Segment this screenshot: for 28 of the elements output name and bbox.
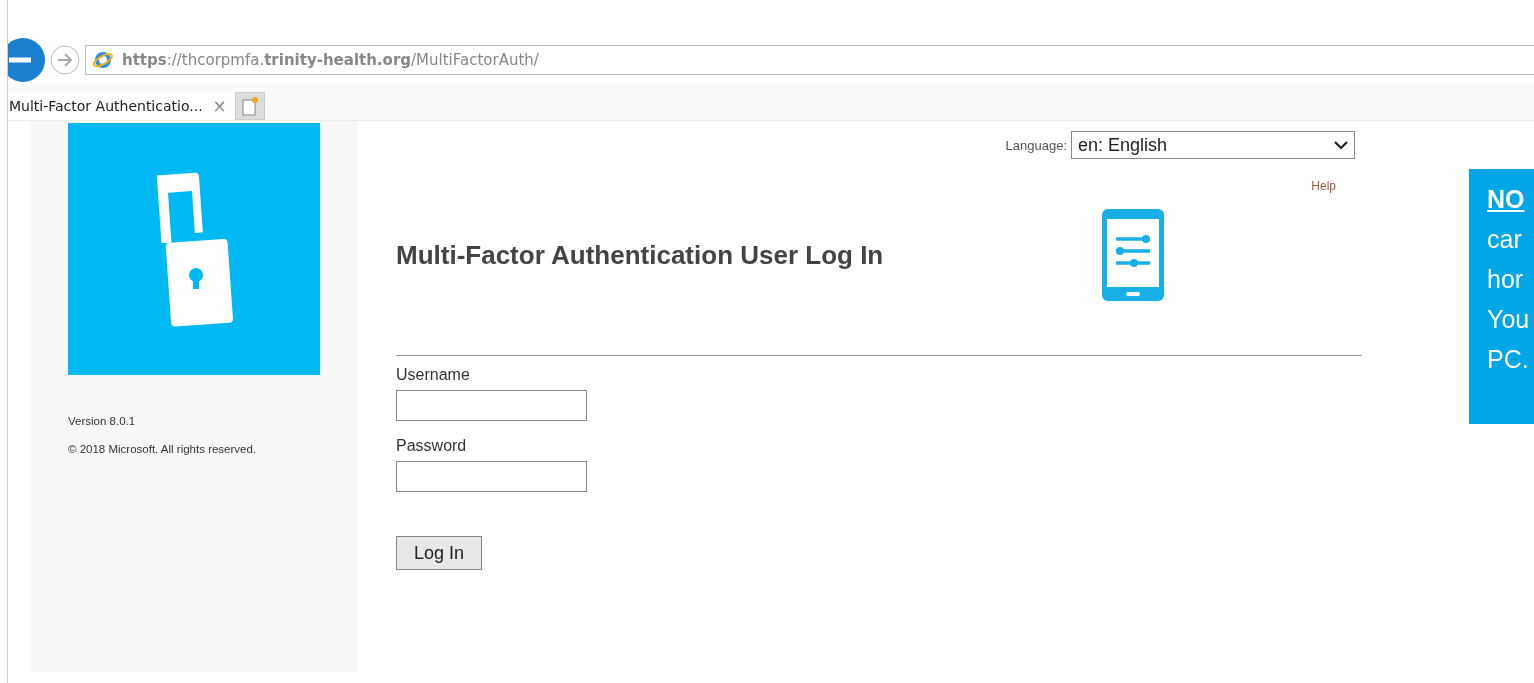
note-text: PC. — [1487, 344, 1530, 375]
login-button[interactable]: Log In — [396, 536, 482, 570]
field-label: Password — [396, 437, 468, 455]
close-icon[interactable]: × — [212, 96, 227, 116]
address-bar[interactable]: https://thcorpmfa.trinity-health.org/MultiFactorAuth/ — [85, 45, 1534, 75]
version-text: Version 8.0.1 — [68, 415, 137, 427]
browser-tab[interactable]: Multi-Factor Authenticatio... × — [8, 92, 235, 120]
note-text: You — [1487, 304, 1531, 335]
note-text: car — [1487, 224, 1523, 255]
note-heading: NO — [1487, 184, 1526, 215]
back-button[interactable] — [8, 38, 45, 82]
new-tab-icon — [241, 96, 258, 116]
copyright-text: © 2018 Microsoft. All rights reserved. — [68, 443, 258, 455]
phone-sliders-icon — [1100, 207, 1166, 303]
url-text: https://thcorpmfa.trinity-health.org/MultiFactorAuth/ — [122, 51, 539, 69]
page-heading: Multi-Factor Authentication User Log In — [396, 239, 885, 271]
language-select[interactable]: en: English — [1071, 131, 1355, 159]
field-label: Username — [396, 366, 471, 384]
note-text: hor — [1487, 264, 1525, 295]
tab-title: Multi-Factor Authenticatio... — [9, 98, 203, 114]
browser-icon — [92, 49, 114, 71]
new-tab-button[interactable] — [234, 92, 265, 120]
language-label: Language: — [1005, 137, 1067, 153]
input-field[interactable] — [396, 390, 587, 421]
input-field[interactable] — [396, 461, 587, 492]
help-link[interactable]: Help — [1311, 179, 1336, 193]
chevron-icon — [1334, 140, 1348, 150]
forward-button[interactable] — [49, 44, 81, 76]
